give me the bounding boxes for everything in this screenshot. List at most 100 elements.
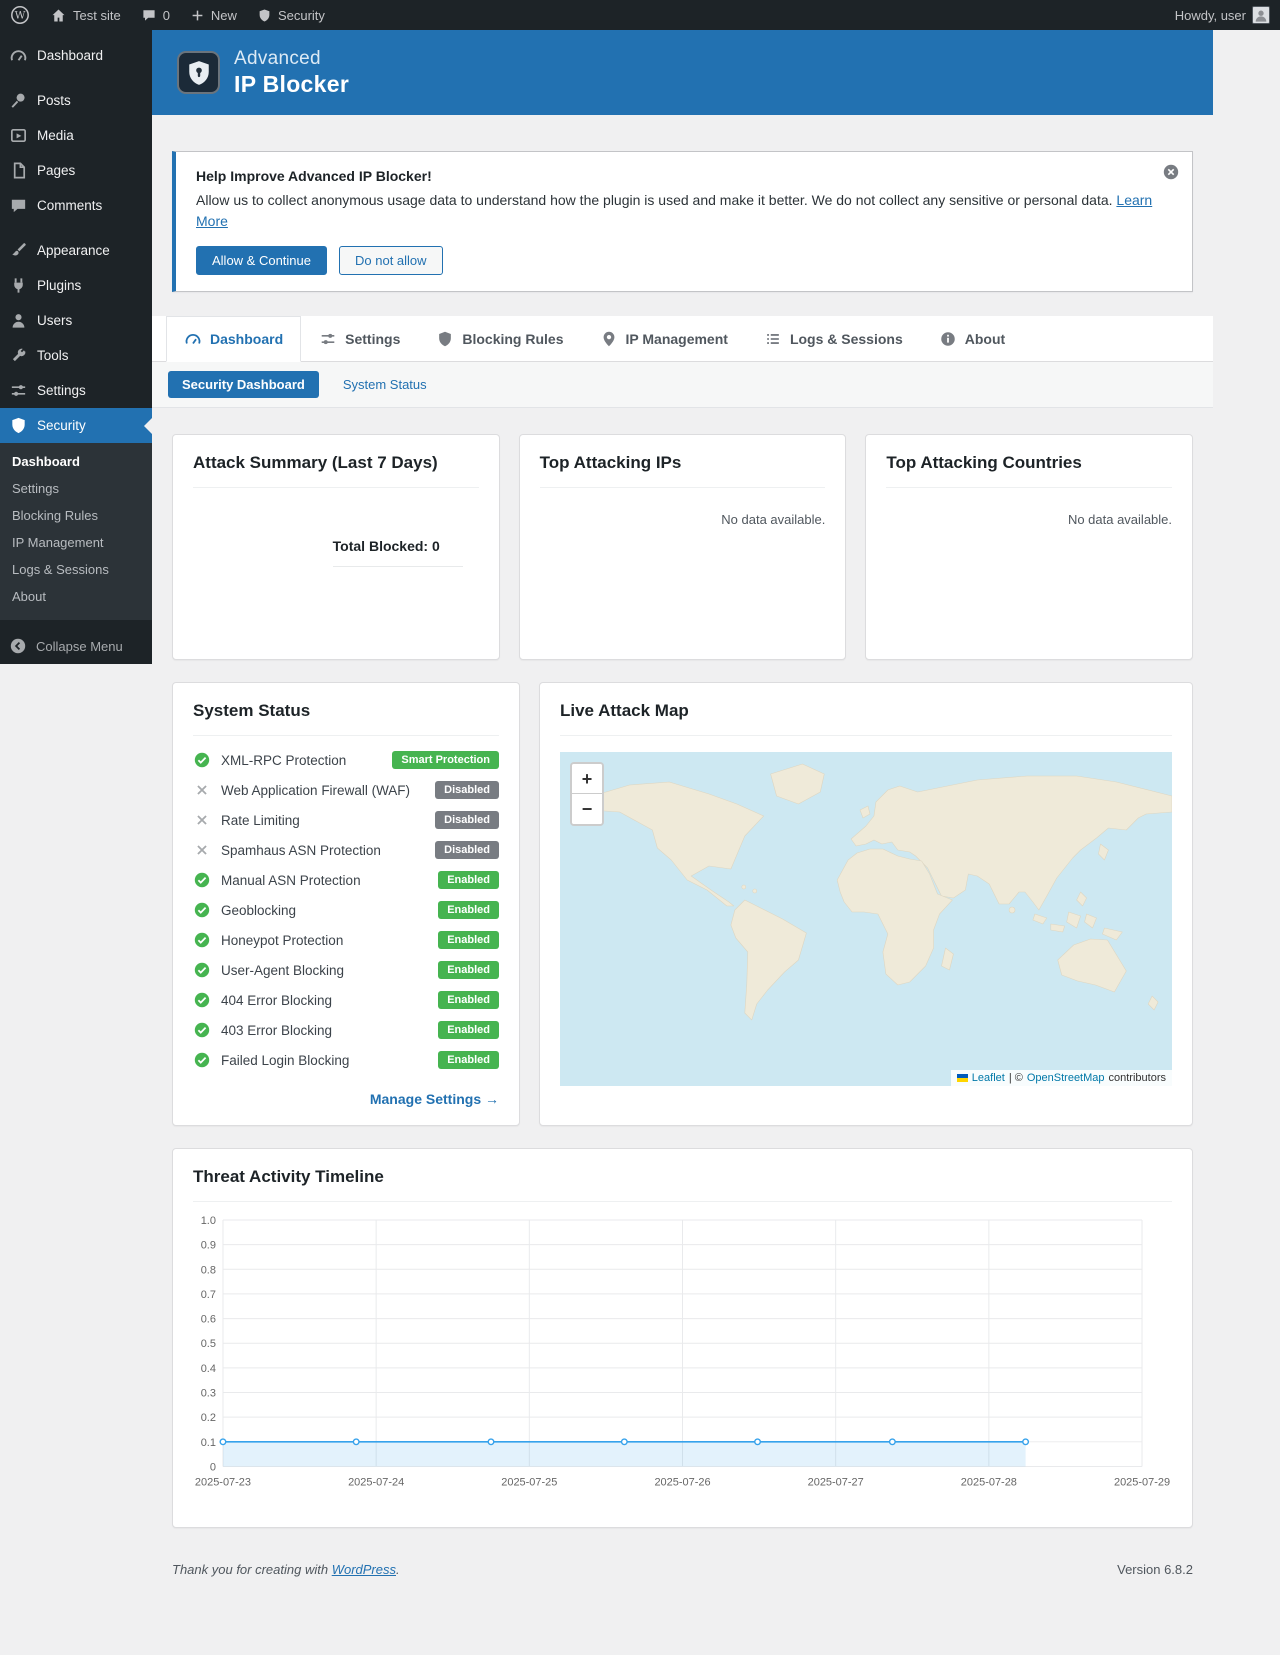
svg-text:0.6: 0.6 bbox=[201, 1314, 216, 1326]
wp-logo-menu[interactable]: W bbox=[0, 0, 40, 30]
tab-label: Settings bbox=[345, 330, 401, 347]
tab-ip-management[interactable]: IP Management bbox=[582, 316, 746, 361]
new-label: New bbox=[210, 7, 237, 23]
tab-logs-sessions[interactable]: Logs & Sessions bbox=[746, 316, 921, 361]
leaflet-link[interactable]: Leaflet bbox=[972, 1072, 1005, 1084]
sidebar-item-users[interactable]: Users bbox=[0, 303, 152, 338]
ukraine-flag-icon bbox=[956, 1074, 968, 1082]
sidebar-item-dashboard[interactable]: Dashboard bbox=[0, 38, 152, 73]
pushpin-icon bbox=[9, 91, 28, 110]
media-icon bbox=[9, 126, 28, 145]
submenu-item-ip-management[interactable]: IP Management bbox=[0, 529, 152, 556]
notice-body: Allow us to collect anonymous usage data… bbox=[196, 190, 1172, 232]
tab-about[interactable]: About bbox=[921, 316, 1023, 361]
notice-body-text: Allow us to collect anonymous usage data… bbox=[196, 192, 1113, 208]
status-row: 403 Error Blocking Enabled bbox=[193, 1015, 499, 1045]
status-badge: Disabled bbox=[435, 781, 499, 799]
subtab-system-status[interactable]: System Status bbox=[343, 377, 427, 392]
sidebar-item-comments[interactable]: Comments bbox=[0, 188, 152, 223]
status-row: User-Agent Blocking Enabled bbox=[193, 955, 499, 985]
status-badge: Enabled bbox=[438, 901, 499, 919]
system-status-card: System Status XML-RPC Protection Smart P… bbox=[172, 682, 520, 1126]
sidebar-item-tools[interactable]: Tools bbox=[0, 338, 152, 373]
allow-continue-button[interactable]: Allow & Continue bbox=[196, 246, 327, 275]
submenu-item-logs-sessions[interactable]: Logs & Sessions bbox=[0, 556, 152, 583]
sidebar-item-posts[interactable]: Posts bbox=[0, 83, 152, 118]
tab-label: Logs & Sessions bbox=[789, 330, 903, 347]
status-label: Rate Limiting bbox=[221, 812, 300, 828]
world-map[interactable]: + − Leaflet | © OpenStreetMap contributo… bbox=[560, 752, 1172, 1086]
my-account-menu[interactable]: Howdy, user bbox=[1165, 0, 1280, 30]
status-label: Spamhaus ASN Protection bbox=[221, 842, 381, 858]
wrench-icon bbox=[9, 346, 28, 365]
site-name-menu[interactable]: Test site bbox=[40, 0, 131, 30]
sidebar-item-media[interactable]: Media bbox=[0, 118, 152, 153]
threat-activity-timeline-card: Threat Activity Timeline 0 0.1 0.2 0.3 0.4 0.… bbox=[172, 1148, 1193, 1529]
submenu-item-settings[interactable]: Settings bbox=[0, 475, 152, 502]
sidebar-item-pages[interactable]: Pages bbox=[0, 153, 152, 188]
menu-separator bbox=[0, 73, 152, 83]
zoom-in-button[interactable]: + bbox=[572, 764, 602, 794]
submenu-item-blocking-rules[interactable]: Blocking Rules bbox=[0, 502, 152, 529]
status-badge: Enabled bbox=[438, 1051, 499, 1069]
dashboard-icon bbox=[184, 330, 202, 348]
attack-summary-card: Attack Summary (Last 7 Days) Total Block… bbox=[172, 434, 500, 660]
manage-settings-link[interactable]: Manage Settings → bbox=[193, 1091, 499, 1107]
card-divider bbox=[193, 1201, 1172, 1202]
status-row: Spamhaus ASN Protection Disabled bbox=[193, 835, 499, 865]
submenu-item-about[interactable]: About bbox=[0, 583, 152, 610]
status-label: XML-RPC Protection bbox=[221, 752, 347, 768]
top-attacking-countries-card: Top Attacking Countries No data availabl… bbox=[865, 434, 1194, 660]
sidebar-item-label: Appearance bbox=[37, 243, 110, 258]
sidebar-item-security[interactable]: Security bbox=[0, 408, 152, 443]
sidebar-item-label: Pages bbox=[37, 163, 76, 178]
tab-blocking-rules[interactable]: Blocking Rules bbox=[418, 316, 581, 361]
sidebar-item-label: Users bbox=[37, 313, 73, 328]
check-circle-icon bbox=[193, 1051, 211, 1069]
sidebar-item-label: Plugins bbox=[37, 278, 82, 293]
tab-dashboard[interactable]: Dashboard bbox=[166, 316, 302, 362]
do-not-allow-button[interactable]: Do not allow bbox=[339, 246, 443, 275]
sidebar-item-settings[interactable]: Settings bbox=[0, 373, 152, 408]
home-icon bbox=[50, 7, 67, 24]
subtab-security-dashboard[interactable]: Security Dashboard bbox=[168, 371, 319, 398]
status-label: Geoblocking bbox=[221, 902, 297, 918]
collapse-menu-button[interactable]: Collapse Menu bbox=[0, 628, 152, 664]
new-content-menu[interactable]: New bbox=[180, 0, 247, 30]
admin-bar: W Test site 0 New Security Howdy, user bbox=[0, 0, 1280, 30]
comments-menu[interactable]: 0 bbox=[131, 0, 180, 30]
status-label: Manual ASN Protection bbox=[221, 872, 361, 888]
status-label: User-Agent Blocking bbox=[221, 962, 345, 978]
status-badge: Enabled bbox=[438, 931, 499, 949]
collapse-arrow-icon bbox=[9, 637, 27, 655]
status-badge: Disabled bbox=[435, 811, 499, 829]
dismiss-notice-button[interactable] bbox=[1162, 163, 1180, 181]
card-title: Top Attacking IPs bbox=[539, 453, 682, 472]
menu-separator bbox=[0, 223, 152, 233]
card-divider bbox=[193, 487, 479, 488]
submenu-item-dashboard[interactable]: Dashboard bbox=[0, 448, 152, 475]
security-adminbar-menu[interactable]: Security bbox=[247, 0, 335, 30]
info-icon bbox=[939, 330, 957, 348]
check-circle-icon bbox=[193, 871, 211, 889]
shield-icon bbox=[9, 416, 28, 435]
tab-settings[interactable]: Settings bbox=[301, 316, 418, 361]
map-attribution: Leaflet | © OpenStreetMap contributors bbox=[950, 1070, 1172, 1086]
openstreetmap-link[interactable]: OpenStreetMap bbox=[1027, 1072, 1105, 1084]
status-badge: Enabled bbox=[438, 991, 499, 1009]
wordpress-logo-icon: W bbox=[10, 5, 30, 25]
wordpress-link[interactable]: WordPress bbox=[332, 1562, 396, 1577]
sidebar-item-appearance[interactable]: Appearance bbox=[0, 233, 152, 268]
attribution-contributors: contributors bbox=[1108, 1072, 1166, 1084]
status-badge: Enabled bbox=[438, 871, 499, 889]
tab-label: About bbox=[964, 330, 1006, 347]
plugin-logo bbox=[177, 51, 220, 94]
svg-text:0.3: 0.3 bbox=[201, 1388, 216, 1400]
status-row: Rate Limiting Disabled bbox=[193, 805, 499, 835]
shield-lock-icon bbox=[188, 60, 209, 85]
status-label: Failed Login Blocking bbox=[221, 1052, 350, 1068]
check-circle-icon bbox=[193, 961, 211, 979]
sidebar-item-label: Tools bbox=[37, 348, 69, 363]
sidebar-item-plugins[interactable]: Plugins bbox=[0, 268, 152, 303]
zoom-out-button[interactable]: − bbox=[572, 794, 602, 824]
